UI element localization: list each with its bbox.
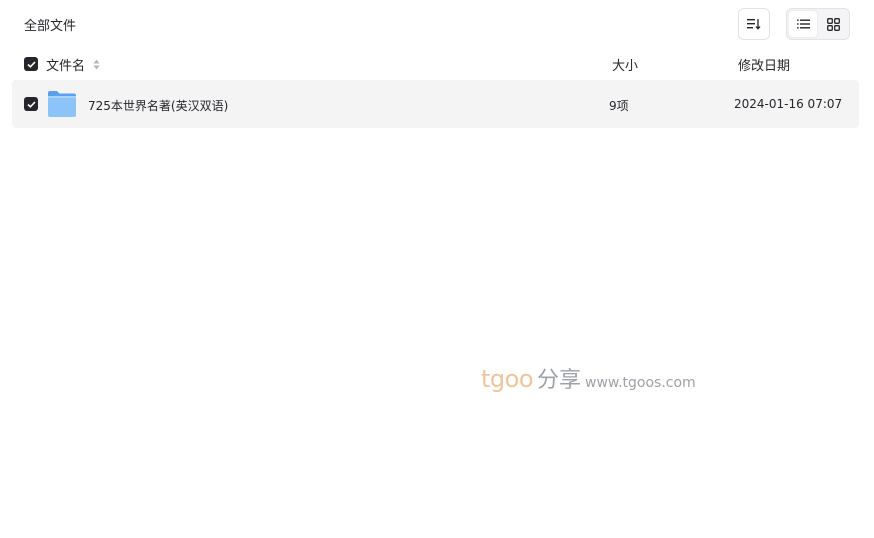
check-icon — [26, 60, 36, 68]
header-name-label[interactable]: 文件名 — [46, 55, 85, 74]
sort-list-icon — [747, 19, 761, 30]
check-icon — [26, 100, 36, 108]
list-view-button[interactable] — [789, 11, 817, 37]
grid-view-button[interactable] — [819, 11, 847, 37]
select-all-checkbox[interactable] — [24, 57, 38, 71]
table-row[interactable]: 725本世界名著(英汉双语) 9项 2024-01-16 07:07 — [12, 80, 859, 128]
grid-view-icon — [826, 17, 840, 31]
watermark: tgoo 分享 www.tgoos.com — [481, 362, 696, 394]
sort-toggle-icon[interactable] — [93, 59, 100, 70]
file-name[interactable]: 725本世界名著(英汉双语) — [88, 97, 228, 114]
header-modified-label: 修改日期 — [738, 58, 791, 74]
list-view-icon — [796, 19, 810, 29]
watermark-url: www.tgoos.com — [585, 375, 696, 391]
toolbar — [738, 8, 850, 40]
header-name-column: 文件名 — [24, 55, 100, 74]
table-header: 文件名 大小 修改日期 — [24, 52, 850, 76]
row-checkbox[interactable] — [24, 97, 38, 111]
file-size: 9项 — [609, 99, 629, 113]
watermark-share-text: 分享 — [537, 368, 582, 393]
view-switch — [786, 8, 850, 40]
sort-button[interactable] — [738, 8, 770, 40]
header-size-label: 大小 — [612, 58, 639, 74]
folder-icon — [48, 91, 76, 117]
watermark-logo: tgoo — [481, 365, 534, 393]
breadcrumb[interactable]: 全部文件 — [24, 15, 76, 34]
file-modified-date: 2024-01-16 07:07 — [734, 97, 843, 111]
